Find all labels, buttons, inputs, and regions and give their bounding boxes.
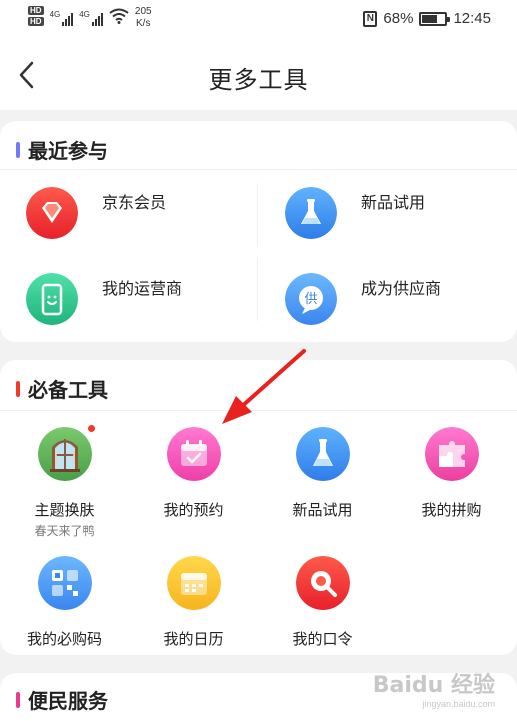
network-speed: 205 K/s xyxy=(134,6,152,29)
nav-bar: 更多工具 xyxy=(0,40,517,110)
recent-item-new-trial[interactable]: 新品试用 xyxy=(259,169,517,255)
section-accent-bar xyxy=(16,691,20,708)
tool-must-buy-code[interactable]: 我的必购码 xyxy=(0,556,129,676)
tool-label: 我的必购码 xyxy=(26,630,102,648)
calendar-check-icon xyxy=(167,427,221,481)
supplier-icon: 供 xyxy=(285,273,337,325)
nfc-icon: N xyxy=(363,10,378,27)
wifi-icon xyxy=(109,8,129,24)
signal-icon-2: 4G xyxy=(79,10,103,26)
tool-label: 新品试用 xyxy=(292,501,353,519)
hd-badge-2: HD xyxy=(28,17,44,26)
tools-section-header: 必备工具 xyxy=(16,374,108,403)
watermark-url: jingyan.baidu.com xyxy=(422,699,495,709)
puzzle-icon xyxy=(425,427,479,481)
recent-section: 最近参与 京东会员 新品试用 我的运营商 供 成为供应商 xyxy=(0,121,517,342)
phone-icon xyxy=(26,273,78,325)
svg-text:供: 供 xyxy=(304,292,317,307)
recent-item-supplier[interactable]: 供 成为供应商 xyxy=(259,255,517,341)
tool-my-password[interactable]: 我的口令 xyxy=(258,556,387,676)
recent-item-operator[interactable]: 我的运营商 xyxy=(0,255,258,341)
flask-icon xyxy=(285,187,337,239)
signal-icon: 4G xyxy=(50,10,74,26)
diamond-icon xyxy=(26,187,78,239)
page-title: 更多工具 xyxy=(208,66,309,94)
tool-my-calendar[interactable]: 我的日历 xyxy=(129,556,258,676)
notification-dot xyxy=(88,425,95,432)
section-accent-bar xyxy=(16,141,20,158)
recent-item-label: 成为供应商 xyxy=(361,279,442,298)
calendar-icon xyxy=(167,556,221,610)
search-key-icon xyxy=(296,556,350,610)
services-section-header: 便民服务 xyxy=(16,685,108,714)
battery-icon xyxy=(419,11,451,26)
recent-section-header: 最近参与 xyxy=(16,135,108,164)
tool-label: 我的预约 xyxy=(163,501,224,519)
tool-label: 我的口令 xyxy=(292,630,353,648)
window-theme-icon xyxy=(38,427,92,481)
section-accent-bar xyxy=(16,380,20,397)
watermark: Baidu 经验 jingyan.baidu.com xyxy=(373,667,495,709)
watermark-logo: Baidu 经验 xyxy=(372,673,495,698)
recent-item-jd-member[interactable]: 京东会员 xyxy=(0,169,258,255)
hd-badge-1: HD xyxy=(28,6,44,15)
qr-code-icon xyxy=(38,556,92,610)
section-title: 最近参与 xyxy=(28,139,108,163)
section-title: 必备工具 xyxy=(28,378,108,402)
recent-item-label: 我的运营商 xyxy=(102,279,183,298)
tool-my-reservation[interactable]: 我的预约 xyxy=(129,427,258,547)
flask-icon xyxy=(296,427,350,481)
clock: 12:45 xyxy=(453,10,491,27)
recent-item-label: 京东会员 xyxy=(102,193,167,212)
recent-item-label: 新品试用 xyxy=(361,193,426,212)
tool-label: 我的日历 xyxy=(163,630,224,648)
tool-label: 主题换肤 xyxy=(34,501,95,519)
tool-sublabel: 春天来了鸭 xyxy=(34,524,95,538)
tool-group-buy[interactable]: 我的拼购 xyxy=(387,427,516,547)
tools-section: 必备工具 主题换肤 春天来了鸭 我的预约 新品试用 我的拼购 我的必购码 我的日… xyxy=(0,360,517,655)
battery-percent: 68% xyxy=(383,10,414,27)
section-title: 便民服务 xyxy=(28,689,108,713)
tool-new-trial[interactable]: 新品试用 xyxy=(258,427,387,547)
status-bar: HD HD 4G 4G 205 K/s N 68% 12:45 xyxy=(0,0,517,40)
divider xyxy=(0,410,517,411)
tool-theme-skin[interactable]: 主题换肤 春天来了鸭 xyxy=(0,425,129,547)
tool-label: 我的拼购 xyxy=(421,501,482,519)
